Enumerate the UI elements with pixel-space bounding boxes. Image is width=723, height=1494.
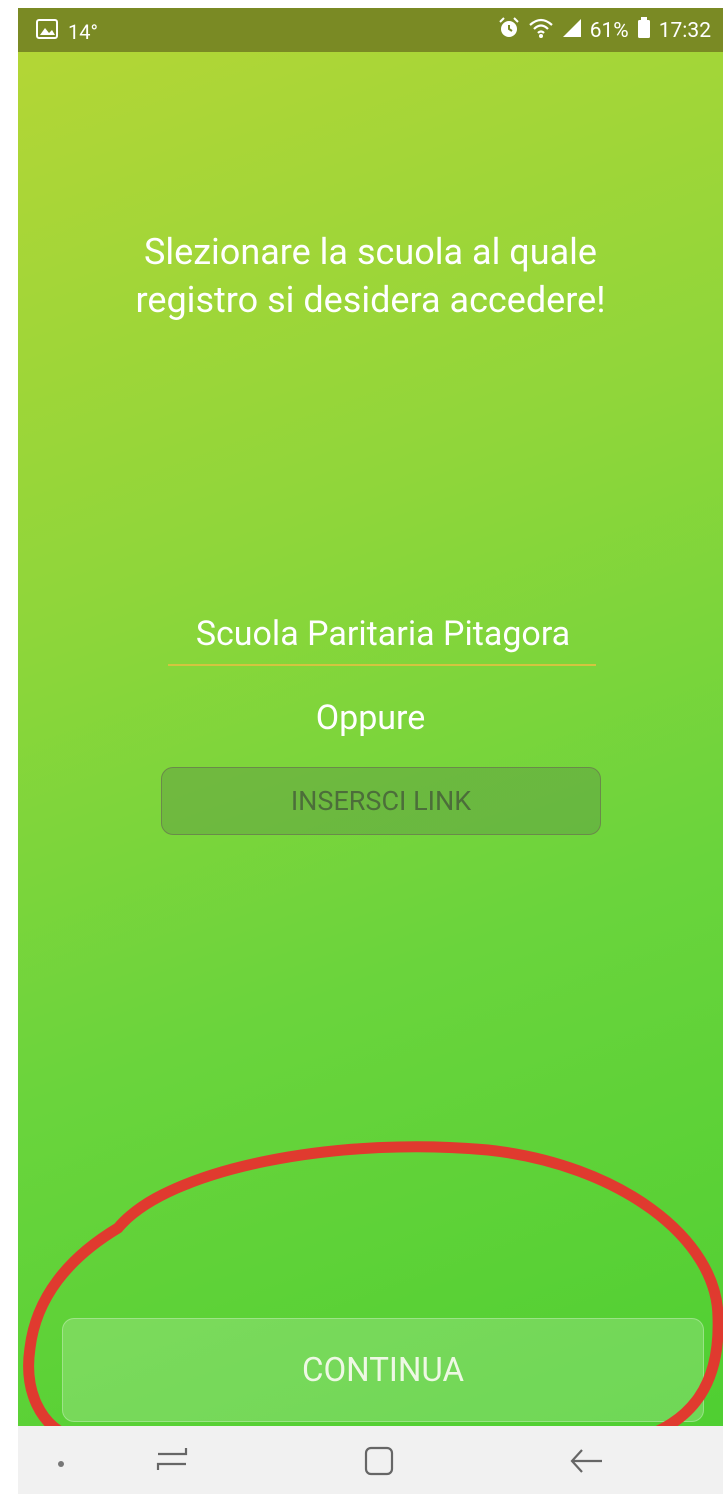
temperature-text: 14° <box>68 19 98 44</box>
insert-link-button[interactable]: INSERSCI LINK <box>161 767 601 835</box>
red-circle-annotation <box>23 1141 723 1448</box>
page-title: Slezionare la scuola al quale registro s… <box>135 231 606 321</box>
phone-screen: 14° 61% 17:32 Slezionare la scuola al qu… <box>18 8 723 1494</box>
battery-icon <box>637 17 651 45</box>
battery-percent-text: 61% <box>589 19 629 43</box>
status-bar-right: 61% 17:32 <box>498 17 711 45</box>
gallery-notification-icon <box>36 19 58 44</box>
school-selector-underline <box>168 664 596 666</box>
wifi-icon <box>528 17 554 45</box>
alarm-icon <box>498 17 520 45</box>
navigation-bar <box>18 1426 723 1494</box>
school-selector[interactable]: Scuola Paritaria Pitagora <box>168 614 598 654</box>
clock-text: 17:32 <box>658 19 711 43</box>
recent-apps-icon[interactable] <box>150 1444 194 1478</box>
or-separator-label: Oppure <box>315 698 426 738</box>
status-bar: 14° 61% 17:32 <box>18 8 723 52</box>
home-icon[interactable] <box>362 1444 396 1482</box>
back-icon[interactable] <box>566 1444 606 1482</box>
cellular-signal-icon <box>562 18 582 44</box>
dot-icon[interactable] <box>56 1454 66 1473</box>
status-bar-left: 14° <box>36 19 98 44</box>
